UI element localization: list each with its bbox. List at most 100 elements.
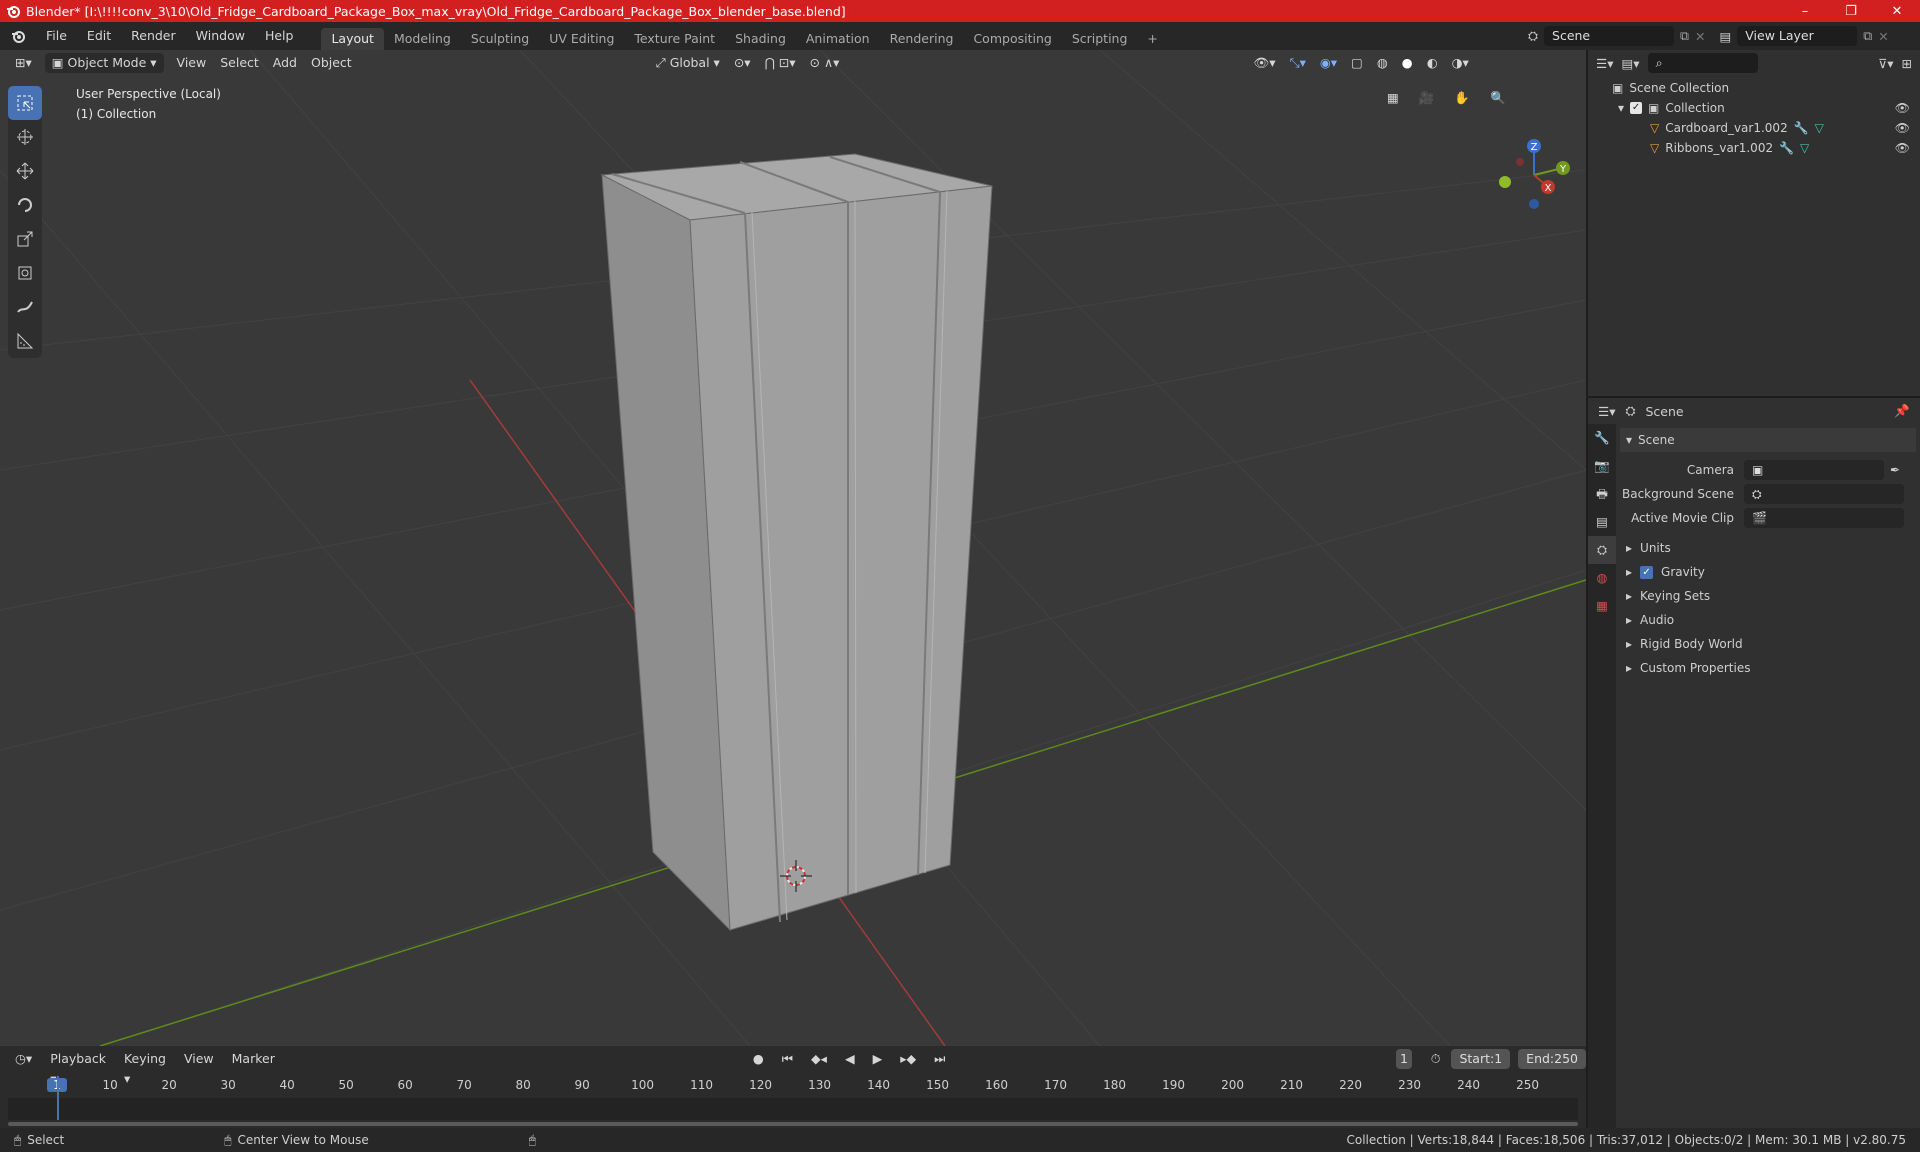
measure-tool-icon[interactable] (8, 324, 42, 358)
units-section[interactable]: ▸ Units (1620, 536, 1916, 560)
preview-range-icon[interactable]: ⏱ (1424, 1049, 1448, 1069)
keying-sets-section[interactable]: ▸ Keying Sets (1620, 584, 1916, 608)
close-window-button[interactable]: ✕ (1874, 0, 1920, 22)
play-icon[interactable]: ▶ (866, 1049, 890, 1069)
menu-edit[interactable]: Edit (77, 22, 121, 50)
texture-tab-icon[interactable]: ▦ (1588, 592, 1616, 620)
render-tab-icon[interactable]: 📷 (1588, 452, 1616, 480)
output-tab-icon[interactable]: 🖶 (1588, 480, 1616, 508)
move-tool-icon[interactable] (8, 154, 42, 188)
timeline-editor-type-icon[interactable]: ◷▾ (8, 1049, 39, 1069)
background-scene-field[interactable]: ⛭ (1744, 484, 1904, 504)
workspace-tab-rendering[interactable]: Rendering (880, 28, 964, 50)
scene-collection-row[interactable]: ▣ Scene Collection (1588, 78, 1920, 98)
gizmo-toggle-icon[interactable]: ⤡▾ (1283, 53, 1313, 73)
mesh-data-icon[interactable]: ▽ (1815, 118, 1824, 138)
workspace-tab-uv-editing[interactable]: UV Editing (539, 28, 624, 50)
annotate-tool-icon[interactable] (8, 290, 42, 324)
visibility-eye-icon[interactable]: 👁 (1895, 118, 1910, 138)
snap-icon[interactable]: ⋂ ⊡▾ (758, 53, 803, 73)
timeline-menu-marker[interactable]: Marker (225, 1049, 282, 1069)
tool-tab-icon[interactable]: 🔧 (1588, 424, 1616, 452)
start-frame-field[interactable]: Start: 1 (1451, 1049, 1511, 1069)
view-layer-icon[interactable]: ▤ (1719, 29, 1731, 44)
record-button-icon[interactable]: ● (746, 1049, 771, 1069)
menu-help[interactable]: Help (255, 22, 304, 50)
transform-orientation-dropdown[interactable]: ⤢ Global ▾ (649, 53, 727, 73)
workspace-tab-scripting[interactable]: Scripting (1062, 28, 1138, 50)
rendered-shading-icon[interactable]: ◑▾ (1445, 53, 1476, 73)
view-layer-selector[interactable]: View Layer (1737, 26, 1858, 46)
workspace-tab-layout[interactable]: Layout (321, 28, 384, 50)
zoom-icon[interactable]: 🔍 (1483, 88, 1513, 108)
visibility-icon[interactable]: 👁▾ (1246, 53, 1282, 73)
solid-shading-icon[interactable]: ● (1395, 53, 1420, 73)
camera-field[interactable]: ▣ (1744, 460, 1884, 480)
audio-section[interactable]: ▸ Audio (1620, 608, 1916, 632)
display-mode-icon[interactable]: ▤▾ (1621, 56, 1639, 71)
collapse-arrow-icon[interactable]: ▾ (1618, 98, 1624, 118)
new-collection-icon[interactable]: ⊞ (1902, 56, 1912, 71)
remove-view-layer-icon[interactable]: ✕ (1878, 29, 1888, 44)
pivot-icon[interactable]: ⊙▾ (727, 53, 758, 73)
grid-view-icon[interactable]: ▦ (1380, 88, 1406, 108)
gravity-checkbox[interactable]: ✓ (1640, 565, 1654, 579)
workspace-tab-compositing[interactable]: Compositing (963, 28, 1061, 50)
jump-start-icon[interactable]: ⏮ (775, 1049, 800, 1069)
rotate-tool-icon[interactable] (8, 188, 42, 222)
collection-row[interactable]: ▾ ✓ ▣ Collection 👁 (1588, 98, 1920, 118)
outliner-editor-type-icon[interactable]: ☰▾ (1596, 56, 1613, 71)
wireframe-shading-icon[interactable]: ◍ (1370, 53, 1395, 73)
viewport-menu-select[interactable]: Select (213, 53, 266, 73)
visibility-eye-icon[interactable]: 👁 (1895, 138, 1910, 158)
timeline-menu-view[interactable]: View (177, 1049, 221, 1069)
xray-toggle-icon[interactable]: ▢ (1344, 53, 1370, 73)
pin-icon[interactable]: 📌 (1894, 403, 1910, 419)
workspace-tab-texture-paint[interactable]: Texture Paint (624, 28, 725, 50)
cardboard-box-mesh[interactable] (600, 153, 993, 932)
3d-viewport[interactable]: Z Y X ⊞▾ ▣ Object Mode ▾ View Select Add… (0, 50, 1586, 1046)
workspace-tab-animation[interactable]: Animation (796, 28, 880, 50)
cursor-tool-icon[interactable] (8, 120, 42, 154)
timeline-scrollbar[interactable] (8, 1122, 1578, 1126)
scene-selector[interactable]: Scene (1544, 26, 1675, 46)
filter-icon[interactable]: ⊽▾ (1878, 56, 1893, 71)
pan-hand-icon[interactable]: ✋ (1447, 88, 1477, 108)
outliner-search-input[interactable]: ⌕ (1647, 53, 1758, 73)
visibility-eye-icon[interactable]: 👁 (1895, 98, 1910, 118)
workspace-tab-shading[interactable]: Shading (725, 28, 796, 50)
gravity-section[interactable]: ▸ ✓ Gravity (1620, 560, 1916, 584)
overlay-toggle-icon[interactable]: ◉▾ (1313, 53, 1344, 73)
playhead[interactable] (57, 1076, 59, 1120)
outliner-item-ribbons[interactable]: ▽ Ribbons_var1.002 🔧 ▽ 👁 (1588, 138, 1920, 158)
next-keyframe-icon[interactable]: ▸◆ (893, 1049, 923, 1069)
menu-file[interactable]: File (36, 22, 77, 50)
timeline-menu-keying[interactable]: Keying ▾ (117, 1049, 173, 1086)
modifier-wrench-icon[interactable]: 🔧 (1779, 138, 1794, 158)
editor-type-icon[interactable]: ⊞▾ (8, 53, 39, 73)
scale-tool-icon[interactable] (8, 222, 42, 256)
menu-render[interactable]: Render (121, 22, 186, 50)
active-movie-clip-field[interactable]: 🎬 (1744, 508, 1904, 528)
timeline-track[interactable] (8, 1098, 1578, 1120)
workspace-tab-modeling[interactable]: Modeling (384, 28, 461, 50)
scene-tab-icon[interactable]: ⛭ (1588, 536, 1616, 564)
transform-tool-icon[interactable] (8, 256, 42, 290)
outliner-item-cardboard[interactable]: ▽ Cardboard_var1.002 🔧 ▽ 👁 (1588, 118, 1920, 138)
select-box-tool-icon[interactable] (8, 86, 42, 120)
maximize-button[interactable]: ❐ (1828, 0, 1874, 22)
proportional-edit-icon[interactable]: ⊙ ∧▾ (803, 53, 847, 73)
scene-panel-header[interactable]: ▾ Scene (1620, 428, 1916, 452)
eyedropper-icon[interactable]: ✒ (1890, 463, 1900, 477)
current-frame-field[interactable]: 1 (1396, 1049, 1412, 1069)
collection-checkbox[interactable]: ✓ (1630, 102, 1643, 114)
jump-end-icon[interactable]: ⏭ (927, 1049, 952, 1069)
viewport-menu-object[interactable]: Object (304, 53, 359, 73)
modifier-wrench-icon[interactable]: 🔧 (1794, 118, 1809, 138)
add-workspace-button[interactable]: + (1137, 28, 1167, 50)
play-reverse-icon[interactable]: ◀ (838, 1049, 862, 1069)
remove-scene-icon[interactable]: ✕ (1695, 29, 1705, 44)
minimize-button[interactable]: – (1782, 0, 1828, 22)
blender-menu-icon[interactable] (0, 28, 36, 44)
prev-keyframe-icon[interactable]: ◆◂ (804, 1049, 834, 1069)
